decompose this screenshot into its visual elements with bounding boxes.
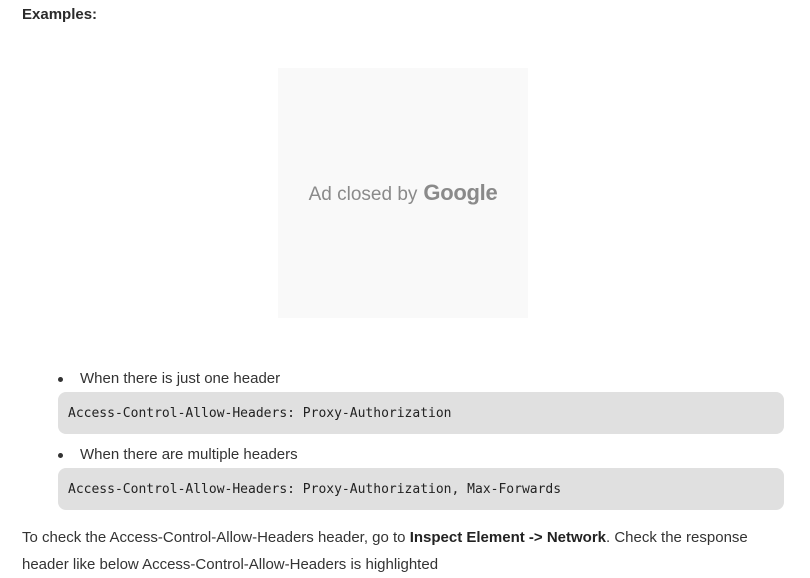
google-logo-text: Google bbox=[423, 180, 498, 205]
example-description: When there is just one header bbox=[58, 368, 784, 390]
example-description-text: When there are multiple headers bbox=[80, 446, 298, 463]
instruction-paragraph: To check the Access-Control-Allow-Header… bbox=[22, 524, 792, 578]
ad-closed-message: Ad closed by Google bbox=[309, 180, 498, 206]
paragraph-emphasis: Inspect Element -> Network bbox=[409, 529, 607, 546]
examples-list: When there is just one header Access-Con… bbox=[58, 368, 784, 520]
section-heading: Examples: bbox=[22, 6, 98, 23]
paragraph-text-before: To check the Access-Control-Allow-Header… bbox=[22, 529, 410, 546]
code-block[interactable]: Access-Control-Allow-Headers: Proxy-Auth… bbox=[58, 468, 784, 510]
ad-closed-prefix: Ad closed by bbox=[308, 184, 418, 205]
bullet-icon bbox=[58, 377, 63, 382]
bullet-icon bbox=[58, 453, 63, 458]
example-description: When there are multiple headers bbox=[58, 444, 784, 466]
closed-ad-placeholder: Ad closed by Google bbox=[278, 68, 528, 318]
list-item: When there are multiple headers Access-C… bbox=[58, 444, 784, 510]
example-description-text: When there is just one header bbox=[80, 370, 281, 387]
code-block[interactable]: Access-Control-Allow-Headers: Proxy-Auth… bbox=[58, 392, 784, 434]
list-item: When there is just one header Access-Con… bbox=[58, 368, 784, 434]
